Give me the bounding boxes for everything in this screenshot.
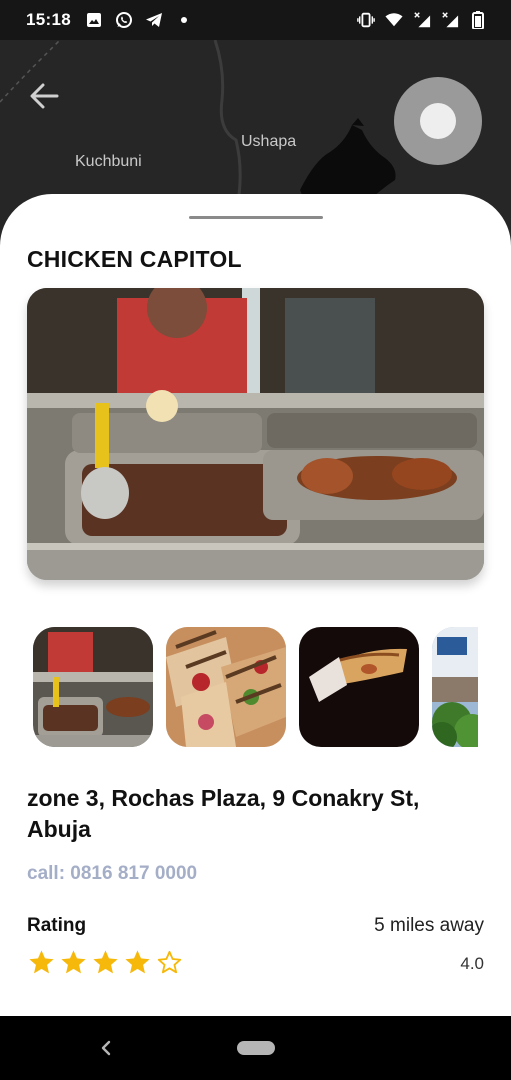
nav-back-button[interactable]: [94, 1034, 118, 1062]
place-address: zone 3, Rochas Plaza, 9 Conakry St, Abuj…: [27, 785, 420, 842]
vibrate-icon: [357, 11, 375, 29]
wraps-thumb: [166, 627, 286, 747]
star-filled-icon: [59, 948, 88, 977]
hero-photo[interactable]: [27, 288, 484, 580]
star-filled-icon: [91, 948, 120, 977]
nav-home-pill[interactable]: [237, 1041, 275, 1055]
chevron-left-icon: [101, 1040, 111, 1056]
image-icon: [85, 11, 103, 29]
wifi-icon: [385, 11, 403, 29]
street-thumb: [432, 627, 478, 747]
arrow-left-icon: [30, 83, 59, 109]
wrap-in-hand-thumb: [299, 627, 419, 747]
system-icons: [357, 11, 487, 29]
status-time: 15:18: [26, 10, 71, 29]
thumbnail-2[interactable]: [166, 627, 286, 747]
signal-x-icon: [441, 11, 459, 29]
star-empty-icon: [155, 948, 184, 977]
buffet-thumb: [33, 627, 153, 747]
map-label-kuchbuni: Kuchbuni: [75, 153, 142, 170]
thumbnail-1[interactable]: [33, 627, 153, 747]
rating-value: 4.0: [460, 954, 484, 973]
star-filled-icon: [27, 948, 56, 977]
status-bar: 15:18: [0, 0, 511, 40]
distance-text: 5 miles away: [374, 915, 484, 936]
app-screen: 15:18 Kuchbuni Ushapa CHICKEN CAPITOL zo…: [0, 0, 511, 1080]
dot-icon: [175, 11, 193, 29]
map-label-ushapa: Ushapa: [241, 133, 297, 150]
drag-handle[interactable]: [189, 216, 323, 219]
battery-icon: [469, 11, 487, 29]
buffet-photo: [27, 288, 484, 580]
signal-x-icon: [413, 11, 431, 29]
star-rating: [27, 948, 184, 977]
back-button[interactable]: [26, 78, 62, 114]
whatsapp-icon: [115, 11, 133, 29]
rating-label: Rating: [27, 915, 87, 936]
location-dot-icon: [420, 103, 456, 139]
my-location-button[interactable]: [394, 77, 482, 165]
phone-link[interactable]: call: 0816 817 0000: [27, 863, 197, 885]
place-title: CHICKEN CAPITOL: [27, 246, 242, 272]
star-filled-icon: [123, 948, 152, 977]
place-details-sheet: CHICKEN CAPITOL zone 3, Rochas Plaza, 9 …: [0, 194, 511, 1016]
telegram-icon: [145, 11, 163, 29]
thumbnail-4[interactable]: [432, 627, 478, 747]
navigation-bar: [0, 1016, 511, 1080]
photo-thumbnails[interactable]: [33, 627, 478, 747]
notification-icons: [85, 11, 193, 29]
thumbnail-3[interactable]: [299, 627, 419, 747]
